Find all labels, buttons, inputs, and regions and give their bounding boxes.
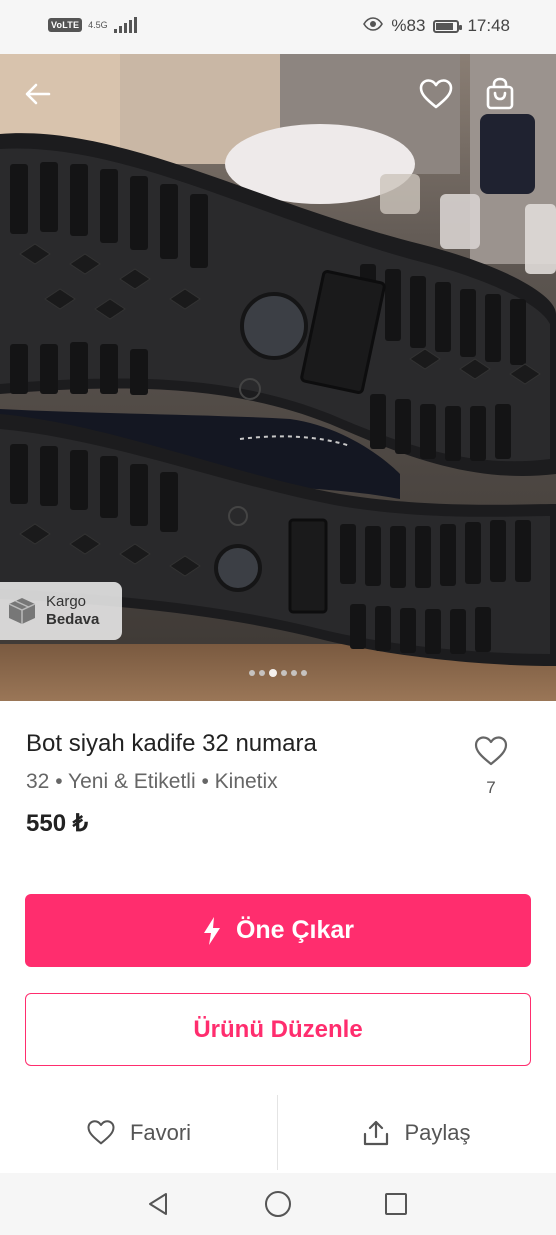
badge-line2: Bedava xyxy=(46,611,100,628)
triangle-back-icon xyxy=(149,1193,167,1215)
action-bar: Favori Paylaş xyxy=(0,1095,556,1170)
clock: 17:48 xyxy=(467,16,510,35)
free-shipping-badge: Kargo Bedava xyxy=(0,582,122,640)
carousel-dot xyxy=(281,670,287,676)
circle-home-icon xyxy=(265,1191,291,1217)
arrow-left-icon xyxy=(25,83,51,105)
heart-outline-icon xyxy=(419,79,453,109)
nav-recents-button[interactable] xyxy=(381,1189,411,1219)
lightning-icon xyxy=(203,916,220,945)
back-button[interactable] xyxy=(18,74,58,114)
product-price: 550 ₺ xyxy=(26,810,88,837)
like-count: 7 xyxy=(486,778,496,797)
battery-percent: %83 xyxy=(391,16,426,35)
share-label: Paylaş xyxy=(404,1119,471,1145)
box-icon xyxy=(8,598,36,624)
share-icon xyxy=(364,1120,389,1145)
nav-home-button[interactable] xyxy=(263,1189,293,1219)
carousel-dot xyxy=(301,670,307,676)
edit-label: Ürünü Düzenle xyxy=(193,1015,363,1043)
carousel-dot xyxy=(249,670,255,676)
like-counter[interactable]: 7 xyxy=(470,735,512,798)
system-nav-bar xyxy=(0,1173,556,1235)
battery-icon xyxy=(433,19,463,33)
favorite-label: Favori xyxy=(129,1119,192,1145)
volte-badge: VoLTE xyxy=(48,18,83,32)
eye-icon xyxy=(363,16,384,36)
product-title: Bot siyah kadife 32 numara xyxy=(26,730,317,757)
square-recents-icon xyxy=(385,1193,407,1215)
badge-line1: Kargo xyxy=(46,593,87,610)
favorite-button[interactable] xyxy=(416,74,456,114)
signal-icon xyxy=(113,17,137,33)
edit-product-button[interactable]: Ürünü Düzenle xyxy=(25,993,531,1066)
nav-back-button[interactable] xyxy=(143,1189,173,1219)
share-action[interactable]: Paylaş xyxy=(278,1095,555,1170)
carousel-indicator xyxy=(0,669,556,677)
carousel-dot xyxy=(291,670,297,676)
favorite-action[interactable]: Favori xyxy=(0,1095,277,1170)
network-type: 4.5G xyxy=(88,20,108,30)
carousel-dot xyxy=(269,669,277,677)
carousel-dot xyxy=(259,670,265,676)
bag-button[interactable] xyxy=(480,74,520,114)
shopping-bag-icon xyxy=(486,77,514,110)
product-photo[interactable]: Kargo Bedava xyxy=(0,54,556,701)
promote-button[interactable]: Öne Çıkar xyxy=(25,894,531,967)
heart-outline-icon xyxy=(87,1120,115,1145)
product-meta: 32 • Yeni & Etiketli • Kinetix xyxy=(26,770,278,793)
promote-label: Öne Çıkar xyxy=(235,916,355,944)
status-bar: VoLTE 4.5G %83 17:48 xyxy=(0,0,556,54)
heart-outline-icon xyxy=(474,736,508,766)
